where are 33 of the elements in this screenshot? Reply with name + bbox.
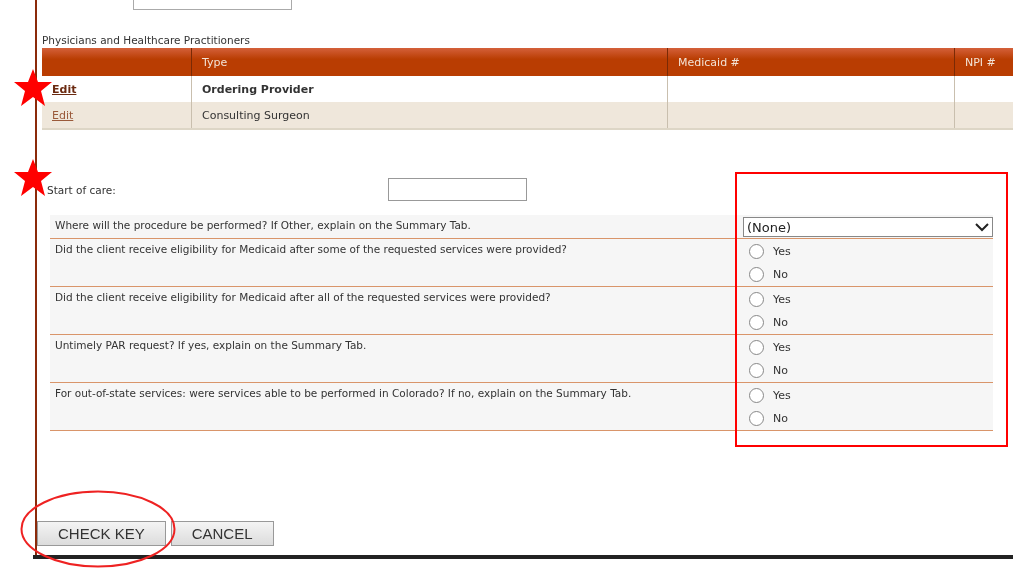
radio-option[interactable]: No: [749, 264, 993, 284]
section-title: Physicians and Healthcare Practitioners: [42, 34, 251, 48]
question-text: Where will the procedure be performed? If Other, explain on the Summary Tab.: [54, 218, 472, 233]
radio-option[interactable]: Yes: [749, 289, 993, 309]
radio-option[interactable]: Yes: [749, 337, 993, 357]
radio-button[interactable]: [749, 410, 764, 426]
radio-button[interactable]: [749, 387, 764, 403]
radio-option[interactable]: No: [749, 408, 993, 428]
radio-button[interactable]: [749, 266, 764, 282]
field-label: Start of care:: [47, 183, 117, 196]
cancel-button[interactable]: CANCEL: [170, 521, 274, 546]
radio-button[interactable]: [749, 243, 764, 259]
radio-option[interactable]: Yes: [749, 385, 993, 405]
radio-button[interactable]: [749, 362, 764, 378]
radio-option[interactable]: No: [749, 312, 993, 332]
question-text: For out-of-state services: were services able to be performed in Colorado? If no, explain on the Summary Tab.: [54, 386, 633, 401]
chevron-down-icon: [975, 222, 989, 232]
input-field[interactable]: [133, 0, 292, 10]
start-of-care-field[interactable]: [388, 178, 527, 201]
radio-button[interactable]: [749, 291, 764, 307]
radio-button[interactable]: [749, 314, 764, 330]
question-text: Untimely PAR request? If yes, explain on the Summary Tab.: [54, 338, 368, 353]
dropdown[interactable]: (None): [743, 217, 993, 237]
radio-option[interactable]: No: [749, 360, 993, 380]
star-mark: [13, 68, 53, 108]
edit-link[interactable]: Edit: [52, 82, 77, 96]
question-text: Did the client receive eligibility for Medicaid after some of the requested services were provided?: [54, 242, 568, 257]
check-key-button[interactable]: CHECK KEY: [37, 521, 166, 546]
radio-button[interactable]: [749, 339, 764, 355]
edit-link[interactable]: Edit: [52, 108, 74, 122]
table-cell: Consulting Surgeon: [192, 102, 668, 128]
question-text: Did the client receive eligibility for Medicaid after all of the requested services were provided?: [54, 290, 552, 305]
radio-option[interactable]: Yes: [749, 241, 993, 261]
